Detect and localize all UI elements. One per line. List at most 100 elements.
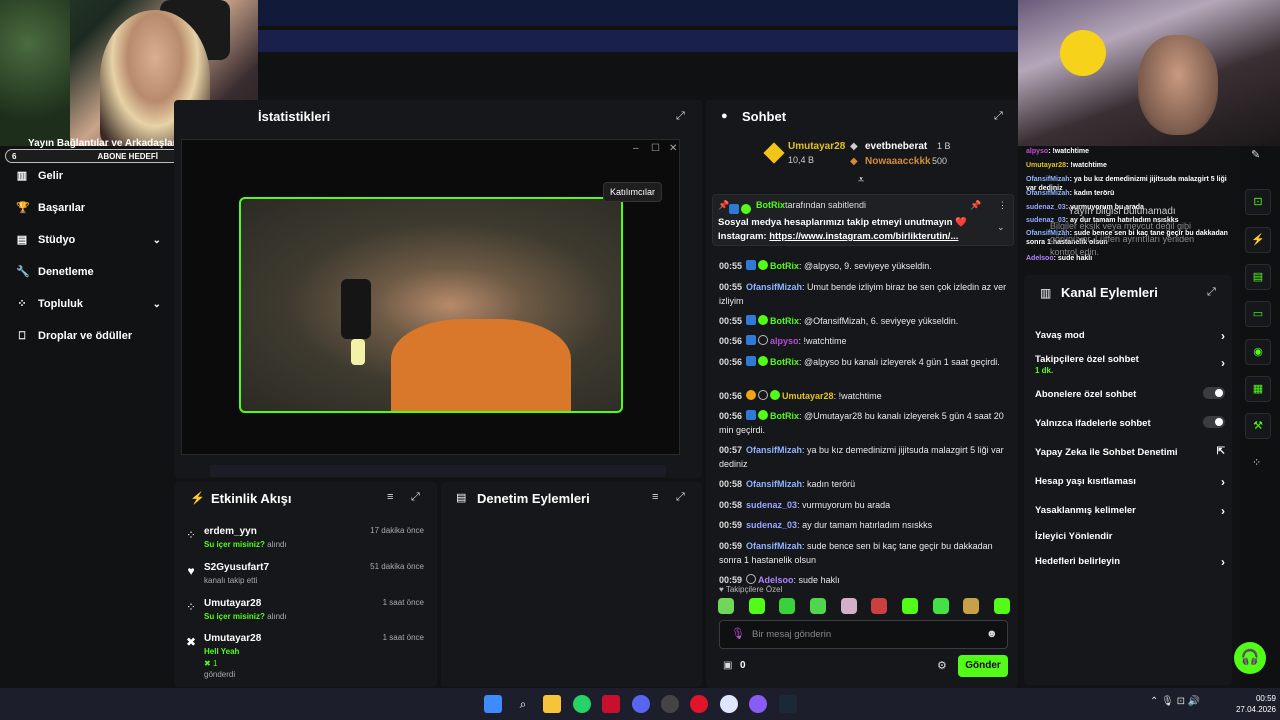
more-icon[interactable]: ⋮ <box>998 200 1007 211</box>
sidebar-item-5[interactable]: ⎕ Droplar ve ödüller <box>16 330 161 342</box>
close-icon[interactable]: ✕ <box>669 143 677 154</box>
chevron-right-icon[interactable]: › <box>1221 329 1225 343</box>
emote-icon[interactable] <box>779 598 796 614</box>
sidebar-item-0[interactable]: ▥ Gelir <box>16 170 161 182</box>
channel-action-3[interactable]: Yalnızca ifadelerle sohbet <box>1035 416 1225 429</box>
message-user[interactable]: BotRix <box>770 261 799 271</box>
file-explorer-icon[interactable] <box>543 695 561 713</box>
gifter-2-name[interactable]: evetbneberat <box>865 141 927 152</box>
search-icon[interactable]: ⌕ <box>514 695 532 713</box>
community-icon[interactable]: ⁘ <box>1252 456 1261 469</box>
expand-icon[interactable]: ⤢ <box>1207 286 1216 299</box>
emote-icon[interactable] <box>963 598 980 614</box>
channel-action-6[interactable]: Yasaklanmış kelimeler › <box>1035 504 1225 518</box>
activity-user[interactable]: S2Gyusufart7 <box>204 562 269 573</box>
chat-message[interactable]: 00:59 OfansifMizah: sude bence sen bi kaç… <box>719 539 1009 567</box>
sidebar-item-1[interactable]: 🏆 Başarılar <box>16 202 161 214</box>
chevron-down-icon[interactable]: ⌄ <box>153 235 161 246</box>
chat-message[interactable]: 00:56 alpyso: !watchtime <box>719 334 1009 348</box>
minimize-icon[interactable]: – <box>633 143 639 154</box>
chat-message[interactable]: 00:57 OfansifMizah: ya bu kız demedinizmi… <box>719 443 1009 471</box>
wrench-icon[interactable]: ⚒ <box>1245 413 1271 439</box>
opera-icon[interactable] <box>690 695 708 713</box>
emote-icon[interactable] <box>809 598 826 614</box>
bolt-icon[interactable]: ⚡ <box>1245 227 1271 253</box>
points-icon[interactable]: ▣ <box>723 660 732 671</box>
chat-message[interactable]: 00:55 BotRix: @OfansifMizah, 6. seviyeye … <box>719 314 1009 328</box>
channel-action-1[interactable]: Takipçilere özel sohbet 1 dk. › <box>1035 354 1225 375</box>
clock[interactable]: 00:59 27.04.2026 <box>1226 693 1276 715</box>
activity-user[interactable]: erdem_yyn <box>204 526 257 537</box>
filter-icon[interactable]: ≡ <box>387 491 393 503</box>
broadcast-icon[interactable]: ◉ <box>1245 339 1271 365</box>
grid-icon[interactable]: ▦ <box>1245 376 1271 402</box>
message-user[interactable]: OfansifMizah <box>746 541 802 551</box>
gifter-3-name[interactable]: Nowaaacckkk <box>865 156 931 167</box>
chevron-right-icon[interactable]: › <box>1221 504 1225 518</box>
camera-icon[interactable]: ⊡ <box>1245 189 1271 215</box>
chevron-down-icon[interactable]: ⌄ <box>153 299 161 310</box>
toggle-switch[interactable] <box>1203 387 1225 399</box>
emote-icon[interactable] <box>932 598 949 614</box>
system-tray[interactable]: ⌃ 🎙 ⊡ 🔊 <box>1150 696 1200 707</box>
chat-message[interactable]: 00:56 BotRix: @Umutayar28 bu kanalı izley… <box>719 409 1009 437</box>
filter-icon[interactable]: ≡ <box>652 491 658 503</box>
chat-message[interactable]: 00:55 OfansifMizah: Umut bende izliyim bi… <box>719 280 1009 308</box>
activity-row[interactable]: ✖ Umutayar28 1 saat önce Hell Yeah ✖ 1 gönder… <box>180 633 426 679</box>
chevron-right-icon[interactable]: › <box>1221 475 1225 489</box>
pinned-link[interactable]: https://www.instagram.com/birlikterutin/… <box>769 231 958 242</box>
activity-row[interactable]: ♥ S2Gyusufart7 51 dakika önce kanalı takip … <box>180 562 426 596</box>
emote-icon[interactable] <box>871 598 888 614</box>
expand-icon[interactable]: ⤢ <box>676 491 685 504</box>
emoji-icon[interactable]: ☻ <box>986 628 998 640</box>
chat-message[interactable]: 00:59 sudenaz_03: ay dur tamam hatırladım… <box>719 518 1009 532</box>
settings-icon[interactable]: ⚙ <box>937 659 947 672</box>
chat-message[interactable]: 00:58 sudenaz_03: vurmuyorum bu arada <box>719 498 1009 512</box>
help-button[interactable]: 🎧 <box>1234 642 1266 674</box>
expand-icon[interactable]: ⤢ <box>676 110 685 123</box>
message-user[interactable]: sudenaz_03 <box>746 500 797 510</box>
document-icon[interactable]: ▤ <box>1245 264 1271 290</box>
emote-icon[interactable] <box>718 598 734 614</box>
message-user[interactable]: OfansifMizah <box>746 445 802 455</box>
channel-action-4[interactable]: Yapay Zeka ile Sohbet Denetimi ⇱ <box>1035 446 1225 458</box>
windows-start-icon[interactable] <box>484 695 502 713</box>
sidebar-item-3[interactable]: 🔧 Denetleme <box>16 266 161 278</box>
sidebar-item-2[interactable]: ▤ Stüdyo ⌄ <box>16 234 161 246</box>
activity-user[interactable]: Umutayar28 <box>204 598 261 609</box>
message-user[interactable]: alpyso <box>770 336 799 346</box>
chat-message[interactable]: 00:58 OfansifMizah: kadın terörü <box>719 477 1009 491</box>
message-user[interactable]: BotRix <box>770 316 799 326</box>
sidebar-item-4[interactable]: ⁘ Topluluk ⌄ <box>16 298 161 310</box>
message-user[interactable]: OfansifMizah <box>746 479 802 489</box>
chevron-down-icon[interactable]: ⌄ <box>997 222 1005 233</box>
channel-action-5[interactable]: Hesap yaşı kısıtlaması › <box>1035 475 1225 489</box>
chat-message[interactable]: 00:55 BotRix: @alpyso, 9. seviyeye yüksel… <box>719 259 1009 273</box>
chat-bubble-icon[interactable]: ▭ <box>1245 301 1271 327</box>
message-user[interactable]: OfansifMizah <box>746 282 802 292</box>
edit-icon[interactable]: ✎ <box>1251 148 1260 161</box>
activity-user[interactable]: Umutayar28 <box>204 633 261 644</box>
collapse-icon[interactable]: ⩡ <box>858 174 864 187</box>
channel-action-2[interactable]: Abonelere özel sohbet <box>1035 387 1225 400</box>
activity-row[interactable]: ⁘ erdem_yyn 17 dakika önce Su içer misiniz?… <box>180 526 426 560</box>
pin-icon[interactable]: 📌 <box>970 200 981 211</box>
emote-icon[interactable] <box>840 598 857 614</box>
message-user[interactable]: Adelsoo <box>758 575 794 585</box>
chat-message[interactable]: 00:56 Umutayar28: !watchtime <box>719 389 1009 403</box>
whatsapp-icon[interactable] <box>573 695 591 713</box>
external-link-icon[interactable]: ⇱ <box>1217 446 1225 457</box>
chevron-right-icon[interactable]: › <box>1221 555 1225 569</box>
toggle-switch[interactable] <box>1203 416 1225 428</box>
discord-icon[interactable] <box>632 695 650 713</box>
emote-icon[interactable] <box>748 598 765 614</box>
channel-action-0[interactable]: Yavaş mod › <box>1035 329 1225 343</box>
activity-row[interactable]: ⁘ Umutayar28 1 saat önce Su içer misiniz? a… <box>180 598 426 632</box>
maximize-icon[interactable]: ☐ <box>651 143 660 154</box>
mic-icon[interactable]: 🎙 <box>731 627 745 640</box>
app-icon[interactable] <box>720 695 738 713</box>
message-user[interactable]: Umutayar28 <box>782 391 834 401</box>
emote-icon[interactable] <box>901 598 918 614</box>
message-user[interactable]: sudenaz_03 <box>746 520 797 530</box>
app-icon[interactable] <box>602 695 620 713</box>
